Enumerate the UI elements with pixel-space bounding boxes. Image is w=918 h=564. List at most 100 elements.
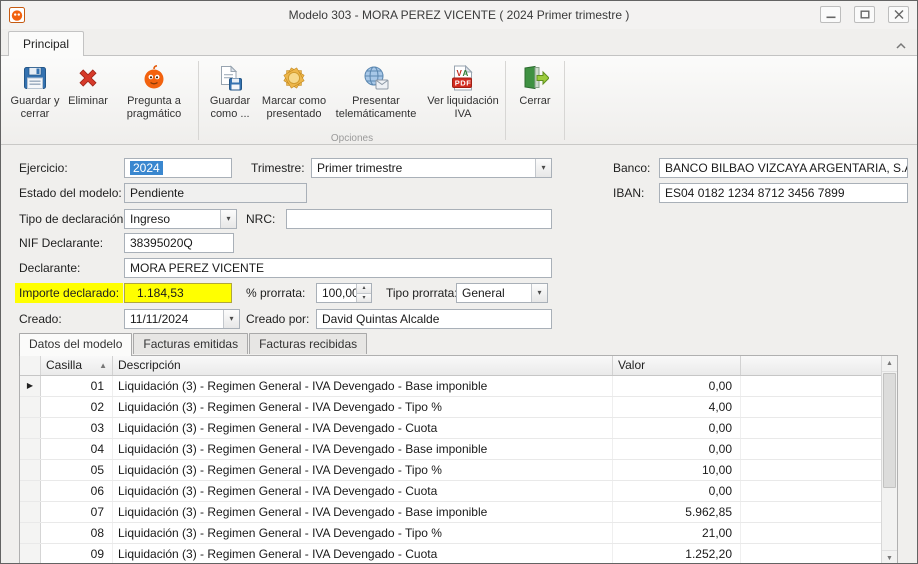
- svg-text:A: A: [463, 69, 469, 78]
- ver-liquidacion-iva-button[interactable]: VAPDF Ver liquidación IVA: [423, 59, 503, 133]
- descripcion-cell: Liquidación (3) - Regimen General - IVA …: [113, 544, 613, 564]
- app-icon: [9, 7, 25, 23]
- declarante-input[interactable]: MORA PEREZ VICENTE: [124, 258, 552, 278]
- maximize-button[interactable]: [854, 6, 875, 23]
- filler-cell: [741, 418, 897, 438]
- guardar-y-cerrar-button[interactable]: Guardar y cerrar: [6, 59, 64, 133]
- tipo-prorrata-select[interactable]: General▾: [456, 283, 548, 303]
- modelo-303-window: Modelo 303 - MORA PEREZ VICENTE ( 2024 P…: [0, 0, 918, 564]
- iban-value: ES04 0182 1234 8712 3456 7899: [665, 186, 845, 200]
- ribbon-separator: [505, 61, 506, 140]
- presentar-telematicamente-button[interactable]: Presentar telemáticamente: [329, 59, 423, 133]
- eliminar-button[interactable]: Eliminar: [64, 59, 112, 133]
- minimize-button[interactable]: [820, 6, 841, 23]
- scroll-up-icon[interactable]: ▲: [882, 356, 897, 372]
- window-title: Modelo 303 - MORA PEREZ VICENTE ( 2024 P…: [1, 8, 917, 22]
- casilla-cell: 05: [41, 460, 113, 480]
- tipo-declaracion-label: Tipo de declaración:: [19, 209, 127, 229]
- row-indicator: [20, 523, 41, 543]
- tipo-declaracion-select[interactable]: Ingreso ▾: [124, 209, 237, 229]
- tab-datos-del-modelo[interactable]: Datos del modelo: [19, 333, 132, 356]
- cerrar-button[interactable]: Cerrar: [508, 59, 562, 133]
- creado-por-input[interactable]: David Quintas Alcalde: [316, 309, 552, 329]
- creado-por-value: David Quintas Alcalde: [322, 312, 439, 326]
- estado-input[interactable]: Pendiente: [124, 183, 307, 203]
- cerrar-label: Cerrar: [519, 95, 550, 108]
- nif-input[interactable]: 38395020Q: [124, 233, 234, 253]
- nrc-label: NRC:: [246, 209, 275, 229]
- grid-body: ▶01Liquidación (3) - Regimen General - I…: [20, 376, 897, 564]
- importe-label: Importe declarado:: [15, 283, 123, 303]
- importe-value: 1.184,53: [137, 286, 184, 300]
- trimestre-select[interactable]: Primer trimestre▾: [311, 158, 552, 178]
- marcar-presentado-button[interactable]: Marcar como presentado: [259, 59, 329, 133]
- row-indicator: [20, 544, 41, 564]
- table-row[interactable]: 07Liquidación (3) - Regimen General - IV…: [20, 502, 897, 523]
- prorrata-spinner[interactable]: 100,00▴▾: [316, 283, 372, 303]
- banco-label: Banco:: [613, 158, 650, 178]
- prorrata-value: 100,00: [322, 286, 359, 300]
- spin-up-icon[interactable]: ▴: [356, 284, 371, 293]
- nif-value: 38395020Q: [130, 236, 193, 250]
- close-button[interactable]: [888, 6, 909, 23]
- table-row[interactable]: 05Liquidación (3) - Regimen General - IV…: [20, 460, 897, 481]
- ribbon-separator: [198, 61, 199, 140]
- ribbon: Guardar y cerrar Eliminar Pregunta a pra…: [1, 55, 917, 145]
- table-row[interactable]: 08Liquidación (3) - Regimen General - IV…: [20, 523, 897, 544]
- descripcion-cell: Liquidación (3) - Regimen General - IVA …: [113, 460, 613, 480]
- estado-value: Pendiente: [130, 186, 184, 200]
- tab-facturas-emitidas[interactable]: Facturas emitidas: [133, 333, 248, 354]
- descripcion-cell: Liquidación (3) - Regimen General - IVA …: [113, 397, 613, 417]
- tipo-declaracion-value: Ingreso: [130, 212, 170, 226]
- filler-cell: [741, 439, 897, 459]
- nrc-input[interactable]: [286, 209, 552, 229]
- grid-vertical-scrollbar[interactable]: ▲ ▼: [881, 356, 897, 564]
- column-header-descripcion[interactable]: Descripción: [113, 356, 613, 375]
- iban-label: IBAN:: [613, 183, 644, 203]
- guardar-como-button[interactable]: Guardar como ...: [201, 59, 259, 133]
- chevron-down-icon[interactable]: ▾: [535, 159, 551, 177]
- table-row[interactable]: 09Liquidación (3) - Regimen General - IV…: [20, 544, 897, 564]
- ribbon-group-opciones: Guardar como ... Marcar como presentado …: [201, 59, 503, 146]
- estado-label: Estado del modelo:: [19, 183, 122, 203]
- creado-date-input[interactable]: 11/11/2024▾: [124, 309, 240, 329]
- creado-por-label: Creado por:: [246, 309, 309, 329]
- column-header-valor[interactable]: Valor: [613, 356, 741, 375]
- pregunta-pragmatico-label: Pregunta a pragmático: [112, 95, 196, 121]
- chevron-down-icon[interactable]: ▾: [223, 310, 239, 328]
- casilla-cell: 09: [41, 544, 113, 564]
- column-header-casilla[interactable]: Casilla▲: [41, 356, 113, 375]
- filler-cell: [741, 481, 897, 501]
- importe-input[interactable]: 1.184,53: [124, 283, 232, 303]
- valor-cell: 0,00: [613, 439, 741, 459]
- table-row[interactable]: 06Liquidación (3) - Regimen General - IV…: [20, 481, 897, 502]
- descripcion-cell: Liquidación (3) - Regimen General - IVA …: [113, 481, 613, 501]
- chevron-down-icon[interactable]: ▾: [531, 284, 547, 302]
- creado-label: Creado:: [19, 309, 62, 329]
- banco-value: BANCO BILBAO VIZCAYA ARGENTARIA, S.A. ( …: [665, 161, 908, 175]
- table-row[interactable]: 03Liquidación (3) - Regimen General - IV…: [20, 418, 897, 439]
- chevron-up-icon[interactable]: [895, 39, 907, 53]
- ejercicio-input[interactable]: 2024: [124, 158, 232, 178]
- save-as-icon: [217, 62, 243, 94]
- row-indicator: [20, 439, 41, 459]
- table-row[interactable]: ▶01Liquidación (3) - Regimen General - I…: [20, 376, 897, 397]
- grid-header: Casilla▲ Descripción Valor: [20, 356, 897, 376]
- table-row[interactable]: 04Liquidación (3) - Regimen General - IV…: [20, 439, 897, 460]
- spin-down-icon[interactable]: ▾: [356, 293, 371, 303]
- prorrata-label: % prorrata:: [246, 283, 305, 303]
- pregunta-pragmatico-button[interactable]: Pregunta a pragmático: [112, 59, 196, 133]
- table-row[interactable]: 02Liquidación (3) - Regimen General - IV…: [20, 397, 897, 418]
- scroll-down-icon[interactable]: ▼: [882, 550, 897, 564]
- casilla-cell: 06: [41, 481, 113, 501]
- scrollbar-thumb[interactable]: [883, 373, 896, 488]
- iban-input[interactable]: ES04 0182 1234 8712 3456 7899: [659, 183, 908, 203]
- tab-principal[interactable]: Principal: [8, 31, 84, 56]
- chevron-down-icon[interactable]: ▾: [220, 210, 236, 228]
- banco-input[interactable]: BANCO BILBAO VIZCAYA ARGENTARIA, S.A. ( …: [659, 158, 908, 178]
- casillas-grid: Casilla▲ Descripción Valor ▶01Liquidació…: [19, 355, 898, 564]
- document-tabs: Datos del modelo Facturas emitidas Factu…: [19, 333, 368, 356]
- tab-facturas-recibidas[interactable]: Facturas recibidas: [249, 333, 367, 354]
- descripcion-cell: Liquidación (3) - Regimen General - IVA …: [113, 439, 613, 459]
- delete-icon: [75, 62, 101, 94]
